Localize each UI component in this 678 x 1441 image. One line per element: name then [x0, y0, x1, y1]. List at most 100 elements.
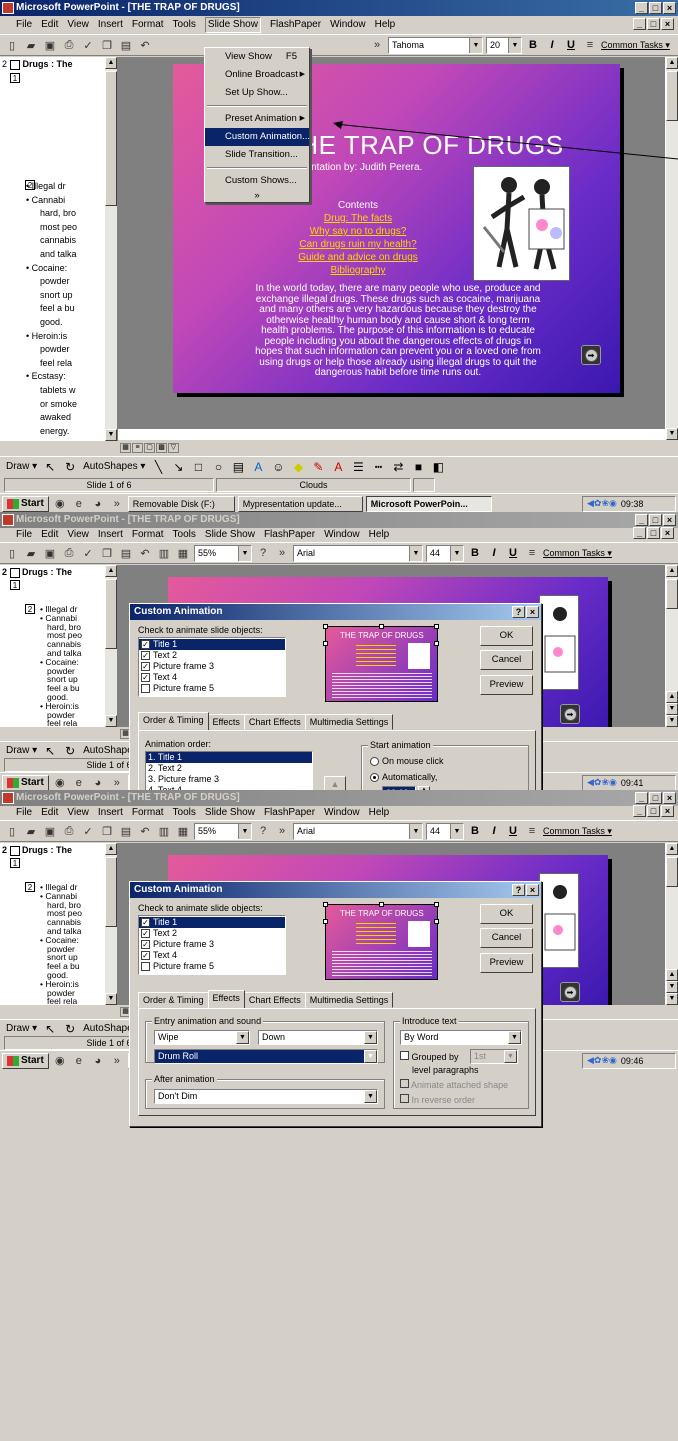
tab-effects[interactable]: Effects	[207, 714, 245, 730]
common-tasks-button[interactable]: Common Tasks ▾	[543, 548, 612, 559]
slideshow-icon[interactable]: ▽	[168, 443, 179, 453]
menu-insert[interactable]: Insert	[98, 16, 123, 33]
menu-window[interactable]: Window	[324, 804, 360, 821]
italic-button[interactable]: I	[486, 825, 502, 837]
chevron-icon[interactable]: »	[109, 775, 125, 791]
3d-icon[interactable]: ◧	[431, 460, 445, 474]
preview-button[interactable]: Preview	[480, 675, 533, 695]
open-icon[interactable]: ▰	[23, 37, 39, 53]
font-color-icon[interactable]: A	[331, 460, 345, 474]
preview-button[interactable]: Preview	[480, 953, 533, 973]
menu-format[interactable]: Format	[132, 526, 164, 543]
slide-scrollbar[interactable]: ▲ ▼	[665, 57, 678, 440]
font-size-combo[interactable]: 20 ▼	[486, 36, 522, 54]
new-icon[interactable]: ▯	[4, 545, 20, 561]
underline-button[interactable]: U	[563, 39, 579, 51]
slide-view-icon[interactable]: ▢	[144, 443, 155, 453]
outline-pane[interactable]: 2 Drugs : The 1 2 • Illegal dr • Cannabi h…	[0, 843, 118, 1005]
menu-view[interactable]: View	[67, 804, 89, 821]
outline-pane[interactable]: 2 Drugs : The 1 2 • Illegal dr • Cannabi h…	[0, 57, 118, 441]
shadow-icon[interactable]: ■	[411, 460, 425, 474]
help-button[interactable]: ?	[512, 606, 525, 618]
task-mypresentation[interactable]: Mypresentation update...	[237, 495, 363, 512]
wordart-icon[interactable]: A	[251, 460, 265, 474]
arrow-icon[interactable]: ↘	[171, 460, 185, 474]
menu-slide-show[interactable]: Slide Show	[205, 526, 255, 543]
slide-objects-list[interactable]: ✓ Title 1 ✓ Text 2 ✓ Picture frame 3 ✓ Text 4 Pi…	[138, 915, 286, 975]
select-icon[interactable]: ↖	[43, 744, 57, 756]
menu-file[interactable]: File	[4, 526, 32, 543]
dialog-close-button[interactable]: ×	[526, 884, 539, 896]
table-icon[interactable]: ▦	[175, 545, 191, 561]
bold-button[interactable]: B	[525, 39, 541, 51]
menu-slide-transition[interactable]: Slide Transition...	[205, 146, 309, 164]
paste-icon[interactable]: ▤	[118, 37, 134, 53]
notes-pane[interactable]	[118, 428, 678, 440]
object-checkbox[interactable]: ✓ Text 4	[139, 672, 285, 683]
more-buttons-icon[interactable]: »	[369, 37, 385, 53]
font-size-combo[interactable]: 44 ▼	[426, 822, 464, 840]
doc-restore-button[interactable]: □	[647, 805, 660, 817]
animate-attached-checkbox[interactable]: Animate attached shape	[400, 1079, 508, 1090]
tab-chart-effects[interactable]: Chart Effects	[243, 714, 306, 730]
order-item[interactable]: 3. Picture frame 3	[146, 774, 312, 785]
menu-window[interactable]: Window	[330, 16, 366, 33]
ie-icon[interactable]: e	[71, 1053, 87, 1069]
menu-custom-shows[interactable]: Custom Shows...	[205, 172, 309, 190]
font-name-combo[interactable]: Arial ▼	[293, 822, 423, 840]
menu-edit[interactable]: Edit	[41, 804, 58, 821]
minimize-button[interactable]: _	[635, 2, 648, 14]
order-item[interactable]: 1. Title 1	[146, 752, 312, 763]
rotate-icon[interactable]: ↻	[63, 744, 77, 756]
tab-multimedia-settings[interactable]: Multimedia Settings	[304, 992, 394, 1008]
object-checkbox[interactable]: ✓ Title 1	[139, 639, 285, 650]
menu-set-up-show[interactable]: Set Up Show...	[205, 84, 309, 102]
font-name-combo[interactable]: Arial ▼	[293, 544, 423, 562]
help-button[interactable]: ?	[512, 884, 525, 896]
drug-picture[interactable]	[539, 873, 579, 968]
sound-combo[interactable]: Drum Roll ▼	[154, 1049, 378, 1064]
common-tasks-button[interactable]: Common Tasks ▾	[543, 826, 612, 837]
outline-pane[interactable]: 2 Drugs : The 1 2 • Illegal dr • Cannabi h…	[0, 565, 118, 727]
object-checkbox[interactable]: ✓ Title 1	[139, 917, 285, 928]
automatically-radio[interactable]: Automatically,	[370, 772, 437, 783]
doc-restore-button[interactable]: □	[647, 18, 660, 30]
ok-button[interactable]: OK	[480, 626, 533, 646]
autoshapes-menu[interactable]: AutoShapes ▾	[83, 461, 145, 472]
menu-file[interactable]: File	[4, 804, 32, 821]
save-icon[interactable]: ▣	[42, 37, 58, 53]
menu-flashpaper[interactable]: FlashPaper	[264, 526, 315, 543]
task-removable-disk[interactable]: Removable Disk (F:)	[127, 495, 235, 512]
object-checkbox[interactable]: ✓ Text 4	[139, 950, 285, 961]
menu-format[interactable]: Format	[132, 16, 164, 33]
start-button[interactable]: Start	[2, 495, 49, 512]
select-icon[interactable]: ↖	[43, 1022, 57, 1034]
quicklaunch-icon[interactable]: ◉	[52, 496, 68, 512]
contents-link[interactable]: Guide and advice on drugs	[273, 251, 443, 264]
object-checkbox[interactable]: ✓ Picture frame 3	[139, 661, 285, 672]
copy-icon[interactable]: ❐	[99, 545, 115, 561]
menu-insert[interactable]: Insert	[98, 804, 123, 821]
action-button[interactable]: ➡	[581, 345, 601, 365]
line-style-icon[interactable]: ☰	[351, 460, 365, 474]
maximize-button[interactable]: □	[649, 2, 662, 14]
slide-title[interactable]: THE TRAP OF DRUGS	[283, 130, 564, 161]
align-icon[interactable]: ≡	[524, 545, 540, 561]
doc-minimize-button[interactable]: _	[633, 18, 646, 30]
menu-expand[interactable]: »	[205, 190, 309, 202]
outline-view-icon[interactable]: ≡	[132, 443, 143, 453]
copy-icon[interactable]: ❐	[99, 823, 115, 839]
order-item[interactable]: 2. Text 2	[146, 763, 312, 774]
spelling-icon[interactable]: ✓	[80, 37, 96, 53]
line-icon[interactable]: ╲	[151, 460, 165, 474]
draw-menu[interactable]: Draw ▾	[6, 745, 37, 755]
menu-flashpaper[interactable]: FlashPaper	[270, 16, 321, 33]
bold-button[interactable]: B	[467, 825, 483, 837]
menu-help[interactable]: Help	[375, 16, 396, 33]
outline-scrollbar[interactable]: ▲ ▼	[104, 57, 117, 441]
menu-online-broadcast[interactable]: Online Broadcast ▶	[205, 66, 309, 84]
media-icon[interactable]: ◕	[90, 496, 106, 512]
zoom-combo[interactable]: 55% ▼	[194, 544, 252, 562]
font-size-combo[interactable]: 44 ▼	[426, 544, 464, 562]
media-icon[interactable]: ◕	[90, 775, 106, 791]
